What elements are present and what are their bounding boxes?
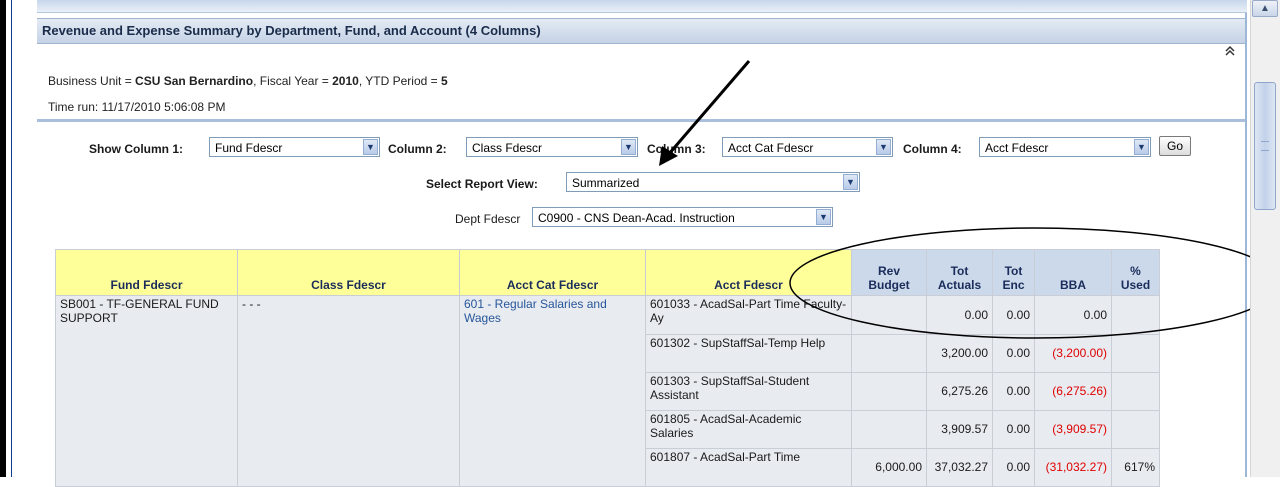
chevron-down-icon: ▼ [843,174,858,190]
double-chevron-up-icon [1225,45,1235,56]
go-button[interactable]: Go [1159,136,1191,156]
column4-value: Acct Fdescr [985,141,1049,155]
tot-enc-cell: 0.00 [992,448,1035,487]
header-fund[interactable]: Fund Fdescr [55,249,238,296]
panel-title: Revenue and Expense Summary by Departmen… [42,23,541,38]
rev-budget-cell [851,410,927,449]
rev-budget-cell [851,334,927,373]
chevron-down-icon: ▼ [876,139,891,155]
tot-actuals-cell: 3,200.00 [926,334,993,373]
acct-cell: 601303 - SupStaffSal-Student Assistant [645,372,852,411]
header-acct[interactable]: Acct Fdescr [645,249,852,296]
acct-cell: 601033 - AcadSal-Part Time Faculty-Ay [645,295,852,335]
dept-value: C0900 - CNS Dean-Acad. Instruction [538,211,735,225]
column1-value: Fund Fdescr [215,141,283,155]
acct-cell: 601807 - AcadSal-Part Time [645,448,852,487]
fund-cell: SB001 - TF-GENERAL FUND SUPPORT [55,295,238,487]
header-class[interactable]: Class Fdescr [237,249,460,296]
acct-cell: 601302 - SupStaffSal-Temp Help [645,334,852,373]
table-row: SB001 - TF-GENERAL FUND SUPPORT - - - 60… [55,295,1160,487]
collapse-icon[interactable] [1221,44,1239,62]
acct-cell: 601805 - AcadSal-Academic Salaries [645,410,852,449]
scroll-up-icon[interactable]: ▲ [1252,0,1278,17]
rev-budget-cell [851,295,927,335]
tot-actuals-cell: 37,032.27 [926,448,993,487]
column1-select[interactable]: Fund Fdescr ▼ [209,137,380,157]
header-acct-cat[interactable]: Acct Cat Fdescr [459,249,646,296]
header-tot-actuals: Tot Actuals [926,249,993,296]
column3-value: Acct Cat Fdescr [728,141,814,155]
grip-icon [1261,141,1269,151]
chevron-down-icon: ▼ [621,139,636,155]
column4-label: Column 4: [903,142,962,156]
dept-select[interactable]: C0900 - CNS Dean-Acad. Instruction ▼ [532,207,833,227]
rev-budget-cell: 6,000.00 [851,448,927,487]
ytd-label: , YTD Period = [358,74,441,88]
pct-used-cell [1111,372,1160,411]
column2-select[interactable]: Class Fdescr ▼ [466,137,638,157]
bba-cell: (3,200.00) [1034,334,1112,373]
header-tot-enc: Tot Enc [992,249,1035,296]
header-tot-enc-line1: Tot [1004,264,1023,278]
header-tot-actuals-line1: Tot [950,264,969,278]
chevron-down-icon: ▼ [363,139,378,155]
header-rev-budget: Rev Budget [851,249,927,296]
separator [37,119,1245,122]
time-run: Time run: 11/17/2010 5:06:08 PM [48,100,226,114]
ytd-value: 5 [440,74,448,88]
bba-cell: (31,032.27) [1034,448,1112,487]
pct-used-cell: 617% [1111,448,1160,487]
fy-value: 2010 [332,74,359,88]
chevron-down-icon: ▼ [1134,139,1149,155]
acct-cat-link[interactable]: 601 - Regular Salaries and Wages [459,295,646,487]
column2-label: Column 2: [388,142,447,156]
header-pct-line1: % [1130,264,1141,278]
pct-used-cell [1111,334,1160,373]
report-view-value: Summarized [572,176,640,190]
panel-border-right [1245,0,1247,477]
dept-label: Dept Fdescr [455,212,521,226]
bba-cell: (3,909.57) [1034,410,1112,449]
tot-enc-cell: 0.00 [992,372,1035,411]
panel-border-left [11,0,12,477]
report-parameters: Business Unit = CSU San Bernardino, Fisc… [48,74,448,88]
bba-cell: 0.00 [1034,295,1112,335]
pct-used-cell [1111,295,1160,335]
class-cell: - - - [237,295,460,487]
header-pct-used: % Used [1111,249,1160,296]
scroll-thumb[interactable] [1254,82,1276,210]
report-view-select[interactable]: Summarized ▼ [566,172,860,192]
tot-enc-cell: 0.00 [992,334,1035,373]
tot-actuals-cell: 0.00 [926,295,993,335]
column4-select[interactable]: Acct Fdescr ▼ [979,137,1151,157]
report-table: Fund Fdescr Class Fdescr Acct Cat Fdescr… [55,249,1160,487]
tot-actuals-cell: 3,909.57 [926,410,993,449]
header-tot-enc-line2: Enc [1002,278,1025,292]
tot-enc-cell: 0.00 [992,410,1035,449]
header-bba: BBA [1034,249,1112,296]
fy-label: , Fiscal Year = [253,74,333,88]
column3-select[interactable]: Acct Cat Fdescr ▼ [722,137,893,157]
column3-label: Column 3: [647,142,706,156]
report-view-label: Select Report View: [426,177,538,191]
pct-used-cell [1111,410,1160,449]
header-strip [37,0,1247,13]
rev-budget-cell [851,372,927,411]
header-pct-line2: Used [1120,278,1151,292]
bba-cell: (6,275.26) [1034,372,1112,411]
tot-actuals-cell: 6,275.26 [926,372,993,411]
bu-value: CSU San Bernardino [135,74,254,88]
table-header-row: Fund Fdescr Class Fdescr Acct Cat Fdescr… [55,249,1160,296]
column2-value: Class Fdescr [472,141,543,155]
chevron-down-icon: ▼ [816,209,831,225]
column1-label: Show Column 1: [89,142,183,156]
vertical-scrollbar[interactable] [1250,0,1280,477]
header-tot-actuals-line2: Actuals [937,278,982,292]
tot-enc-cell: 0.00 [992,295,1035,335]
bu-label: Business Unit = [48,74,136,88]
